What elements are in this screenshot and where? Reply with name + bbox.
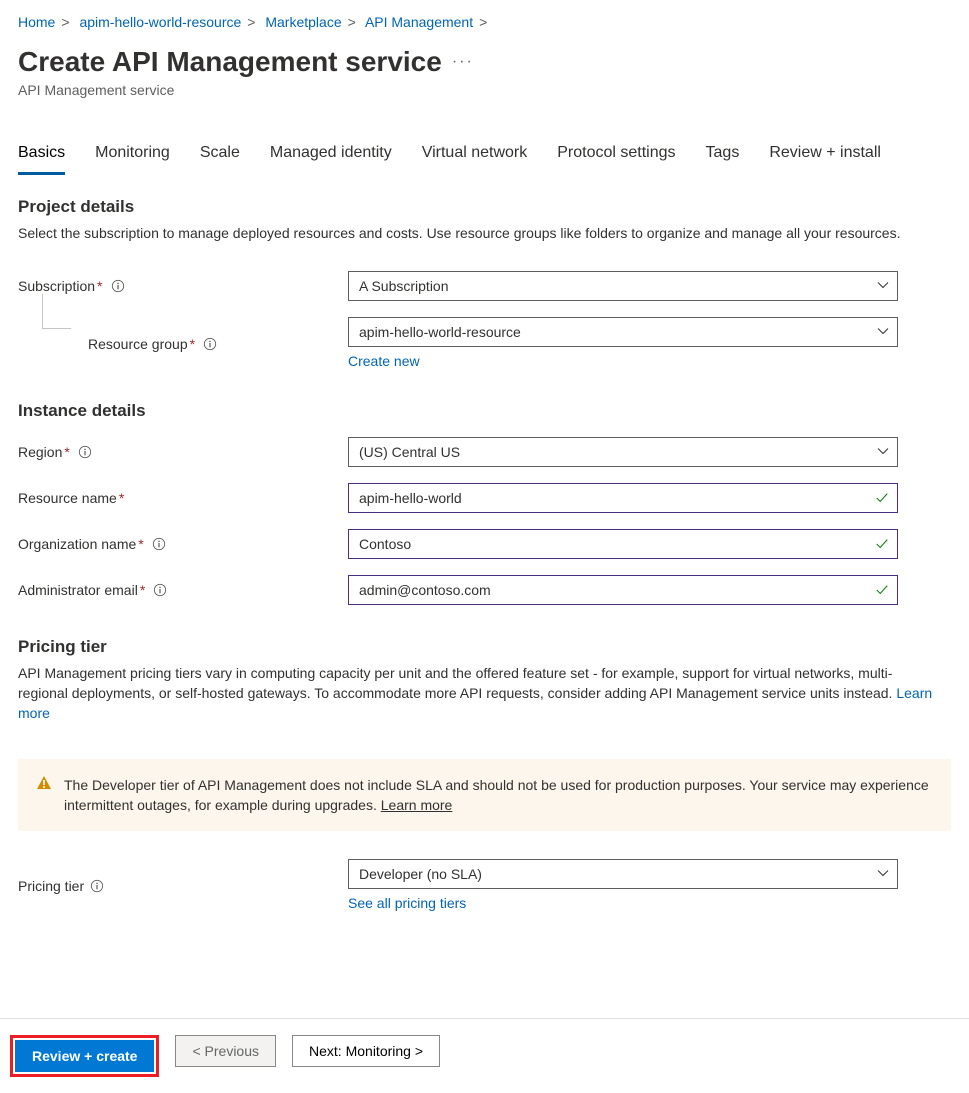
checkmark-icon [875, 491, 889, 505]
chevron-down-icon [877, 444, 889, 460]
breadcrumb: Home> apim-hello-world-resource> Marketp… [18, 14, 951, 30]
info-icon[interactable] [152, 537, 166, 551]
tab-tags[interactable]: Tags [706, 140, 740, 175]
info-icon[interactable] [153, 583, 167, 597]
required-indicator: * [136, 536, 145, 552]
region-value: (US) Central US [359, 444, 460, 460]
required-indicator: * [188, 336, 197, 352]
admin-email-input[interactable]: admin@contoso.com [348, 575, 898, 605]
required-indicator: * [62, 444, 71, 460]
required-indicator: * [138, 582, 147, 598]
subscription-label: Subscription [18, 278, 95, 294]
tab-virtual-network[interactable]: Virtual network [422, 140, 528, 175]
pricing-tier-value: Developer (no SLA) [359, 866, 482, 882]
region-select[interactable]: (US) Central US [348, 437, 898, 467]
info-icon[interactable] [90, 879, 104, 893]
tab-scale[interactable]: Scale [200, 140, 240, 175]
pricing-warning-text: The Developer tier of API Management doe… [64, 777, 929, 813]
create-new-link[interactable]: Create new [348, 353, 420, 369]
organization-name-value: Contoso [359, 536, 411, 552]
subscription-value: A Subscription [359, 278, 449, 294]
tab-basics[interactable]: Basics [18, 140, 65, 175]
footer-bar: Review + create < Previous Next: Monitor… [0, 1018, 969, 1093]
info-icon[interactable] [111, 279, 125, 293]
checkmark-icon [875, 537, 889, 551]
resource-group-value: apim-hello-world-resource [359, 324, 521, 340]
organization-name-label: Organization name [18, 536, 136, 552]
pricing-tier-heading: Pricing tier [18, 637, 951, 657]
project-details-heading: Project details [18, 197, 951, 217]
page-subtitle: API Management service [18, 82, 951, 98]
chevron-down-icon [877, 866, 889, 882]
info-icon[interactable] [203, 337, 217, 351]
review-create-button[interactable]: Review + create [15, 1040, 154, 1072]
breadcrumb-resource[interactable]: apim-hello-world-resource [79, 14, 241, 30]
checkmark-icon [875, 583, 889, 597]
breadcrumb-marketplace[interactable]: Marketplace [265, 14, 341, 30]
see-all-pricing-link[interactable]: See all pricing tiers [348, 895, 466, 911]
pricing-tier-label: Pricing tier [18, 878, 84, 894]
instance-details-heading: Instance details [18, 401, 951, 421]
warning-learn-more-link[interactable]: Learn more [381, 797, 453, 813]
resource-name-value: apim-hello-world [359, 490, 462, 506]
chevron-down-icon [877, 278, 889, 294]
admin-email-value: admin@contoso.com [359, 582, 491, 598]
resource-name-input[interactable]: apim-hello-world [348, 483, 898, 513]
pricing-tier-select[interactable]: Developer (no SLA) [348, 859, 898, 889]
tree-connector [42, 294, 71, 329]
info-icon[interactable] [78, 445, 92, 459]
resource-name-label: Resource name [18, 490, 117, 506]
region-label: Region [18, 444, 62, 460]
page-title: Create API Management service [18, 46, 442, 78]
chevron-down-icon [877, 324, 889, 340]
tab-protocol-settings[interactable]: Protocol settings [557, 140, 675, 175]
breadcrumb-apim[interactable]: API Management [365, 14, 473, 30]
admin-email-label: Administrator email [18, 582, 138, 598]
resource-group-label: Resource group [88, 336, 188, 352]
pricing-warning: The Developer tier of API Management doe… [18, 759, 951, 831]
warning-icon [36, 775, 52, 815]
tab-managed-identity[interactable]: Managed identity [270, 140, 392, 175]
resource-group-select[interactable]: apim-hello-world-resource [348, 317, 898, 347]
required-indicator: * [117, 490, 126, 506]
breadcrumb-home[interactable]: Home [18, 14, 55, 30]
subscription-select[interactable]: A Subscription [348, 271, 898, 301]
tab-bar: Basics Monitoring Scale Managed identity… [18, 140, 951, 175]
pricing-tier-desc: API Management pricing tiers vary in com… [18, 663, 938, 723]
tab-monitoring[interactable]: Monitoring [95, 140, 170, 175]
required-indicator: * [95, 278, 104, 294]
tab-review-install[interactable]: Review + install [769, 140, 881, 175]
previous-button[interactable]: < Previous [175, 1035, 276, 1067]
next-button[interactable]: Next: Monitoring > [292, 1035, 440, 1067]
project-details-desc: Select the subscription to manage deploy… [18, 223, 938, 243]
organization-name-input[interactable]: Contoso [348, 529, 898, 559]
review-create-highlight: Review + create [10, 1035, 159, 1077]
